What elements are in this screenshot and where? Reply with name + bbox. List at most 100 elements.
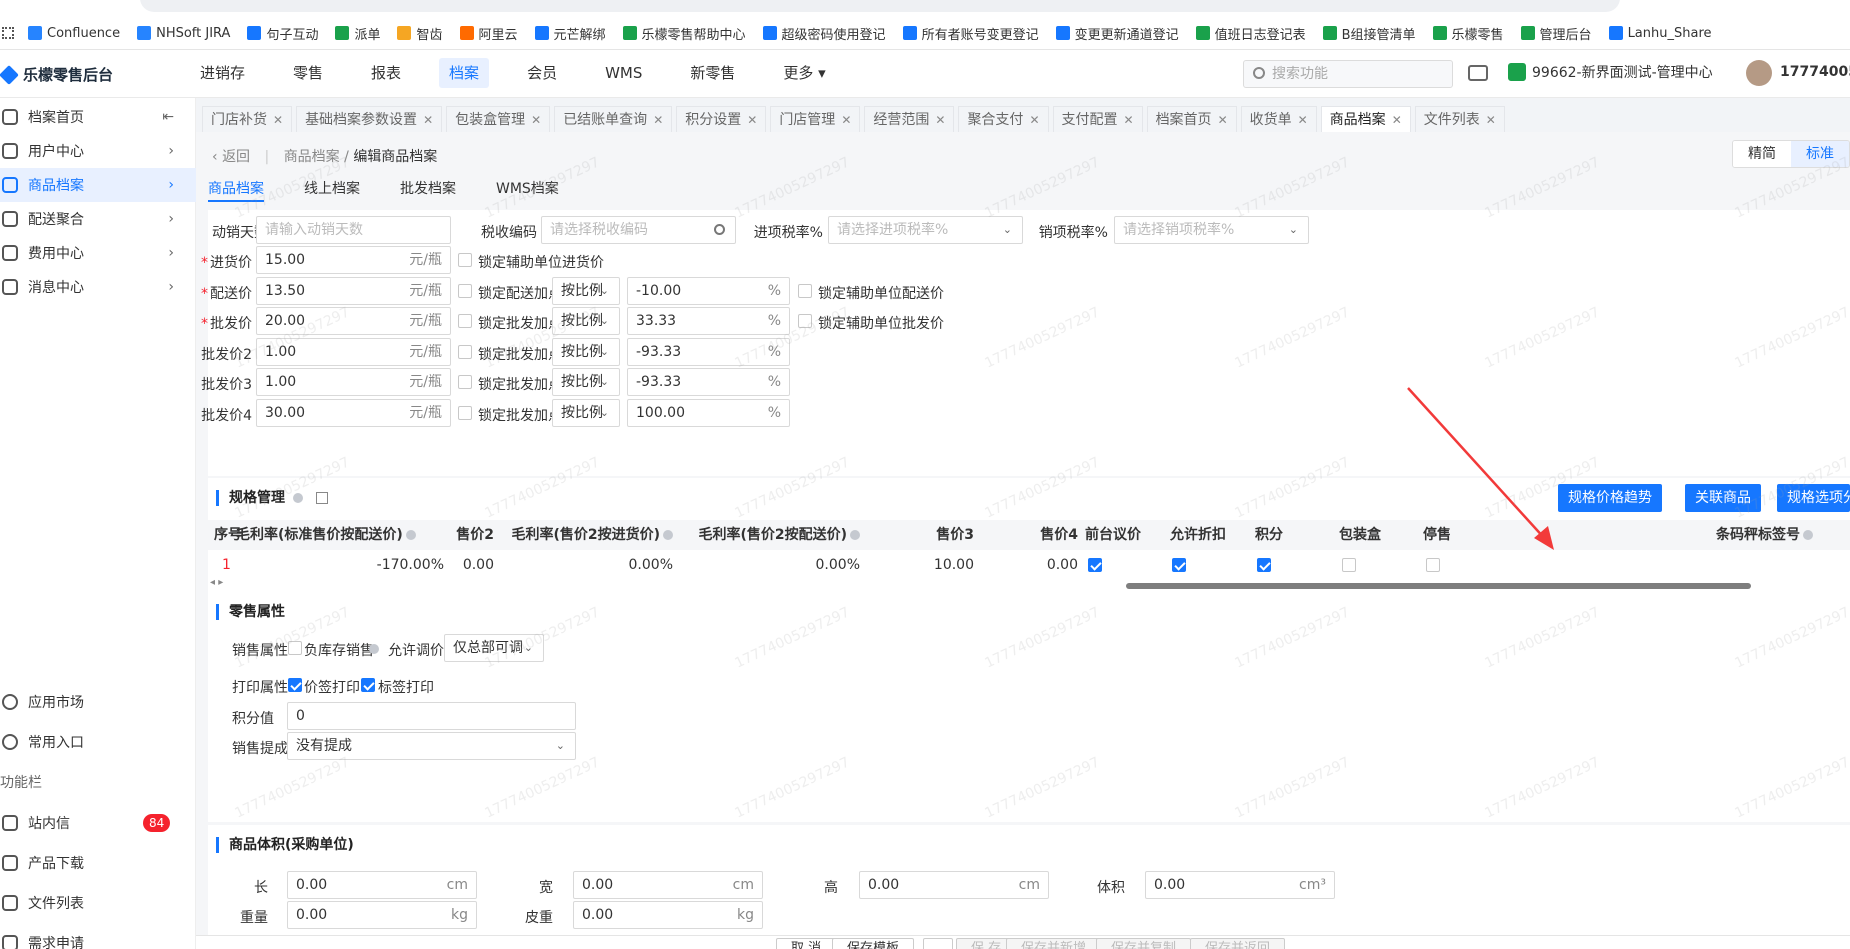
sidebar-item-1[interactable]: 用户中心 › <box>0 134 196 168</box>
info-icon[interactable] <box>1803 530 1813 540</box>
lock-checkbox-5[interactable] <box>458 405 472 420</box>
footer-button-1[interactable]: 保存模板 <box>832 938 915 949</box>
tax-code-input[interactable]: 请选择税收编码 <box>541 216 736 244</box>
discount-checkbox[interactable] <box>1172 558 1186 572</box>
view-mode-standard[interactable]: 标准 <box>1791 141 1849 167</box>
markup-mode-select-5[interactable]: 按比例 ⌄ <box>552 398 620 427</box>
markup-pct-input-1[interactable]: -10.00% <box>627 276 790 305</box>
bookmark-13[interactable]: 乐檬零售 <box>1432 24 1504 43</box>
bookmark-7[interactable]: 乐檬零售帮助中心 <box>622 24 746 43</box>
column-header-2[interactable]: 售价2 <box>456 520 494 550</box>
close-icon[interactable]: ✕ <box>1218 113 1228 127</box>
markup-mode-select-4[interactable]: 按比例 ⌄ <box>552 368 620 396</box>
tab-2[interactable]: 包装盒管理 ✕ <box>446 106 551 132</box>
subtab-online[interactable]: 线上档案 <box>304 178 360 202</box>
avatar[interactable] <box>1746 60 1772 86</box>
markup-mode-select-1[interactable]: 按比例 ⌄ <box>552 276 620 305</box>
tab-5[interactable]: 门店管理 ✕ <box>770 106 861 132</box>
close-icon[interactable]: ✕ <box>841 113 851 127</box>
tab-1[interactable]: 基础档案参数设置 ✕ <box>296 106 443 132</box>
address-bar[interactable] <box>140 0 1620 12</box>
nav-item-0[interactable]: 进销存 <box>190 58 255 88</box>
close-icon[interactable]: ✕ <box>935 113 945 127</box>
volume-input-4[interactable]: 0.00 kg <box>287 901 477 929</box>
points-input[interactable]: 0 <box>287 702 576 730</box>
app-logo[interactable]: 乐檬零售后台 <box>0 64 113 85</box>
column-header-7[interactable]: 前台议价 <box>1085 520 1141 550</box>
bookmark-11[interactable]: 值班日志登记表 <box>1195 24 1306 43</box>
column-header-9[interactable]: 积分 <box>1255 520 1283 550</box>
view-mode-simple[interactable]: 精简 <box>1733 141 1791 167</box>
close-icon[interactable]: ✕ <box>1392 113 1402 127</box>
input-tax-select[interactable]: 请选择进项税率% ⌄ <box>828 216 1023 244</box>
bookmark-1[interactable]: NHSoft JIRA <box>137 26 230 41</box>
aux-lock-checkbox-2[interactable] <box>798 314 812 328</box>
nav-item-6[interactable]: 新零售 <box>680 58 745 88</box>
aux-lock-checkbox-1[interactable] <box>798 283 812 298</box>
table-scrollbar[interactable]: ◂ ▸ <box>208 577 1850 592</box>
output-tax-select[interactable]: 请选择销项税率% ⌄ <box>1114 216 1309 244</box>
column-header-3[interactable]: 毛利率(售价2按进货价) <box>511 520 673 550</box>
sidebar-bottom-1[interactable]: 常用入口 <box>0 722 196 762</box>
price-input-4[interactable]: 1.00 元/瓶 <box>256 368 451 396</box>
bookmark-3[interactable]: 派单 <box>335 24 380 43</box>
close-icon[interactable]: ✕ <box>1029 113 1039 127</box>
tab-11[interactable]: 商品档案 ✕ <box>1320 106 1411 132</box>
column-header-12[interactable]: 条码秤标签号 <box>1716 520 1813 550</box>
bookmark-6[interactable]: 元芒解绑 <box>534 24 606 43</box>
bookmark-10[interactable]: 变更更新通道登记 <box>1055 24 1179 43</box>
sidebar-item-4[interactable]: 费用中心 › <box>0 236 196 270</box>
markup-mode-select-2[interactable]: 按比例 ⌄ <box>552 307 620 335</box>
bookmark-15[interactable]: Lanhu_Share <box>1608 26 1712 41</box>
tab-12[interactable]: 文件列表 ✕ <box>1414 106 1505 132</box>
footer-button-0[interactable]: 取 消 <box>776 938 837 949</box>
bookmark-5[interactable]: 阿里云 <box>459 24 518 43</box>
back-link[interactable]: ‹ 返回 <box>212 149 250 165</box>
price-input-2[interactable]: 20.00 元/瓶 <box>256 307 451 335</box>
sidebar-bottom-0[interactable]: 应用市场 <box>0 682 196 722</box>
func-item-3[interactable]: 需求申请 <box>0 923 196 949</box>
info-icon[interactable] <box>292 493 303 503</box>
markup-mode-select-3[interactable]: 按比例 ⌄ <box>552 337 620 366</box>
close-icon[interactable]: ✕ <box>1486 113 1496 127</box>
sales-days-input[interactable]: 请输入动销天数 <box>256 216 451 244</box>
tab-4[interactable]: 积分设置 ✕ <box>676 106 767 132</box>
bookmark-4[interactable]: 智齿 <box>397 24 443 43</box>
volume-input-2[interactable]: 0.00 cm <box>859 871 1049 899</box>
printer-icon[interactable] <box>1468 65 1488 81</box>
price-tag-print-checkbox[interactable] <box>288 678 302 692</box>
user-name[interactable]: 17774005297 <box>1780 64 1850 80</box>
sidebar-item-2[interactable]: 商品档案 › <box>0 168 196 202</box>
nav-item-5[interactable]: WMS <box>595 58 652 88</box>
info-icon[interactable] <box>369 644 379 654</box>
volume-input-5[interactable]: 0.00 kg <box>573 901 763 929</box>
tab-10[interactable]: 收货单 ✕ <box>1240 106 1317 132</box>
sidebar-item-3[interactable]: 配送聚合 › <box>0 202 196 236</box>
apps-grid-icon[interactable] <box>2 27 14 39</box>
table-row[interactable]: 1 -170.00% 0.00 0.00% 0.00% 10.00 0.00 <box>208 550 1850 580</box>
func-item-2[interactable]: 文件列表 <box>0 883 196 923</box>
nav-item-2[interactable]: 报表 <box>361 58 411 88</box>
stop-sale-checkbox[interactable] <box>1426 558 1440 572</box>
info-icon[interactable] <box>405 530 416 540</box>
close-icon[interactable]: ✕ <box>1124 113 1134 127</box>
volume-input-3[interactable]: 0.00 cm³ <box>1145 871 1335 899</box>
bookmark-12[interactable]: B组接管清单 <box>1322 24 1416 43</box>
subtab-wms[interactable]: WMS档案 <box>496 178 559 202</box>
spec-options-button[interactable]: 规格选项分 <box>1777 484 1850 512</box>
lock-checkbox-2[interactable] <box>458 314 472 328</box>
nav-item-4[interactable]: 会员 <box>517 58 567 88</box>
footer-button-2[interactable] <box>923 938 953 949</box>
bargain-checkbox[interactable] <box>1088 558 1102 572</box>
close-icon[interactable]: ✕ <box>423 113 433 127</box>
info-icon[interactable] <box>663 530 673 540</box>
scrollbar-thumb[interactable] <box>1126 583 1751 589</box>
close-icon[interactable]: ✕ <box>273 113 283 127</box>
subtab-wholesale[interactable]: 批发档案 <box>400 178 456 202</box>
packaging-box-checkbox[interactable] <box>1342 558 1356 572</box>
bookmark-8[interactable]: 超级密码使用登记 <box>762 24 886 43</box>
column-header-8[interactable]: 允许折扣 <box>1170 520 1226 550</box>
tab-9[interactable]: 档案首页 ✕ <box>1146 106 1237 132</box>
points-checkbox[interactable] <box>1257 558 1271 572</box>
tab-0[interactable]: 门店补货 ✕ <box>202 106 293 132</box>
